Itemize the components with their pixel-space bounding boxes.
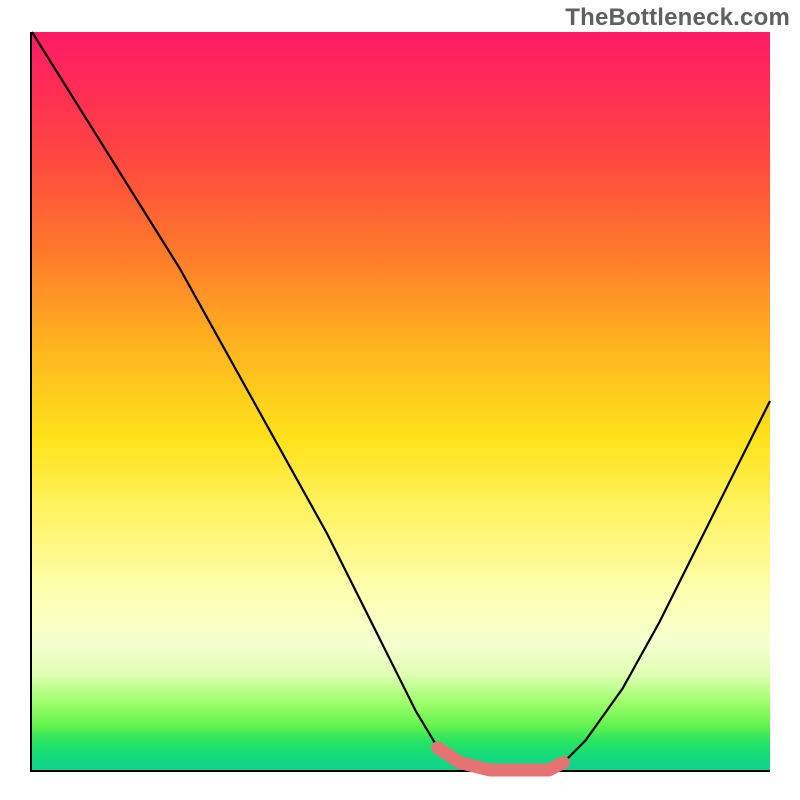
bottleneck-curve xyxy=(32,32,770,770)
attribution-text: TheBottleneck.com xyxy=(565,4,790,32)
highlight-segment xyxy=(438,748,563,770)
curve-layer xyxy=(32,32,770,770)
plot-area xyxy=(30,32,770,772)
chart-container: TheBottleneck.com xyxy=(0,0,800,800)
